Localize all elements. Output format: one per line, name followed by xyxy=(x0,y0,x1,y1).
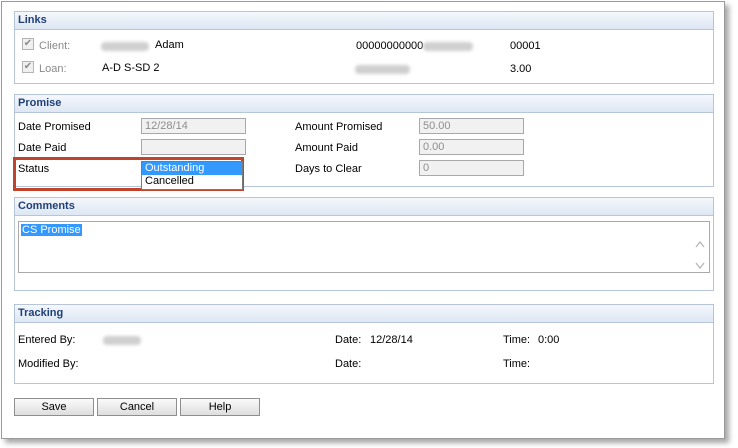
chevron-up-icon[interactable] xyxy=(695,240,705,248)
entered-time-label: Time: xyxy=(503,334,531,346)
amount-promised-field[interactable]: 50.00 xyxy=(419,118,524,134)
client-first-name-redacted xyxy=(101,42,149,51)
status-label: Status xyxy=(18,163,50,175)
help-button[interactable]: Help xyxy=(180,398,260,416)
client-name: Adam xyxy=(155,39,184,51)
date-paid-field[interactable] xyxy=(141,139,246,155)
modified-time-label: Time: xyxy=(503,358,531,370)
entered-date-label: Date: xyxy=(335,334,362,346)
loan-checkbox[interactable]: ✔ xyxy=(22,61,34,73)
comments-textarea[interactable]: CS Promise xyxy=(18,221,710,273)
chevron-down-icon[interactable] xyxy=(695,262,705,270)
status-option-outstanding[interactable]: Outstanding xyxy=(142,162,242,175)
comments-section: Comments CS Promise xyxy=(14,197,714,291)
client-account-redacted xyxy=(423,42,473,51)
tracking-section: Tracking Entered By: Date: 12/28/14 Time… xyxy=(14,304,714,384)
date-promised-field[interactable]: 12/28/14 xyxy=(141,118,246,134)
amount-paid-field[interactable]: 0.00 xyxy=(419,139,524,155)
client-account-number: 00000000000 xyxy=(356,40,424,52)
entered-by-redacted xyxy=(103,336,141,345)
days-to-clear-field[interactable]: 0 xyxy=(419,160,524,176)
loan-label: Loan: xyxy=(39,63,67,75)
amount-promised-label: Amount Promised xyxy=(295,121,383,133)
date-promised-label: Date Promised xyxy=(18,121,91,133)
loan-code: A-D S-SD 2 xyxy=(102,62,160,74)
loan-amount-redacted xyxy=(355,65,410,74)
save-button[interactable]: Save xyxy=(14,398,94,416)
links-section: Links ✔ Client: Adam 00000000000 00001 ✔… xyxy=(14,11,714,84)
client-number: 00001 xyxy=(510,40,541,52)
cancel-button[interactable]: Cancel xyxy=(97,398,177,416)
status-option-cancelled[interactable]: Cancelled xyxy=(142,175,242,188)
amount-paid-label: Amount Paid xyxy=(295,142,358,154)
status-listbox[interactable]: Outstanding Cancelled xyxy=(141,161,243,190)
client-checkbox[interactable]: ✔ xyxy=(22,38,34,50)
promise-header: Promise xyxy=(15,95,713,113)
links-header: Links xyxy=(15,12,713,30)
promise-dialog: Links ✔ Client: Adam 00000000000 00001 ✔… xyxy=(1,1,725,439)
modified-by-label: Modified By: xyxy=(18,358,79,370)
comments-text: CS Promise xyxy=(21,224,82,236)
entered-by-label: Entered By: xyxy=(18,334,76,346)
entered-date-value: 12/28/14 xyxy=(370,334,413,346)
entered-time-value: 0:00 xyxy=(538,334,560,346)
date-paid-label: Date Paid xyxy=(18,142,67,154)
comments-header: Comments xyxy=(15,198,713,216)
tracking-header: Tracking xyxy=(15,305,713,323)
modified-date-label: Date: xyxy=(335,358,362,370)
client-label: Client: xyxy=(39,40,71,52)
loan-value: 3.00 xyxy=(510,63,532,75)
days-to-clear-label: Days to Clear xyxy=(295,163,362,175)
